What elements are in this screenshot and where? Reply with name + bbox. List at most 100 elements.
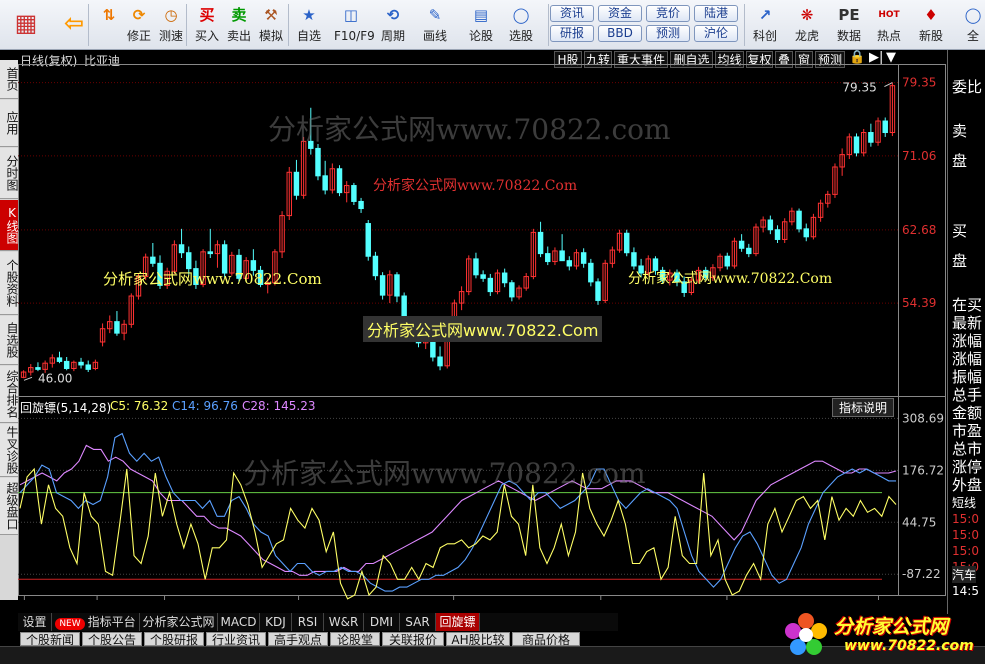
- candle-body: [559, 250, 565, 262]
- hammer-button[interactable]: ⚒ 模拟: [254, 2, 288, 48]
- indicator-tab-6[interactable]: W&R: [324, 613, 364, 631]
- indicator-tab-3[interactable]: MACD: [218, 613, 260, 631]
- candle-body: [85, 364, 91, 370]
- left-tab-2[interactable]: 分时图: [0, 148, 18, 199]
- globe-button[interactable]: ◯ 全: [956, 2, 985, 48]
- info-tab-5[interactable]: 论股堂: [330, 632, 380, 646]
- grid-button[interactable]: ▦: [4, 2, 48, 48]
- side-panel-item-17: 15:0: [952, 512, 979, 526]
- pencil-button[interactable]: ✎ 画线: [418, 2, 452, 48]
- pill-button-4[interactable]: 研报: [550, 25, 594, 42]
- pill-button-0[interactable]: 资讯: [550, 5, 594, 22]
- left-tab-6[interactable]: 综合排名: [0, 366, 18, 423]
- back-arrow-button[interactable]: ⇦: [52, 2, 96, 48]
- indicator-tab-7[interactable]: DMI: [364, 613, 400, 631]
- pill-button-1[interactable]: 资金: [598, 5, 642, 22]
- sell-button[interactable]: 卖卖出: [222, 2, 256, 48]
- candle-body: [35, 367, 41, 370]
- left-tab-8[interactable]: 超级盘口: [0, 478, 18, 535]
- period-button[interactable]: ⟲ 周期: [376, 2, 410, 48]
- pe-button[interactable]: PE 数据: [832, 2, 866, 48]
- indicator-tab-label: KDJ: [265, 615, 286, 629]
- candle-body: [882, 120, 888, 134]
- indicator-tab-9[interactable]: 回旋镖: [436, 613, 480, 631]
- left-tab-4[interactable]: 个股资料: [0, 252, 18, 315]
- indicator-name[interactable]: 回旋镖(5,14,28): [20, 399, 111, 416]
- logo-text: 分析家公式网: [834, 616, 949, 638]
- candle-body: [379, 275, 386, 296]
- chart-button[interactable]: ↗ 科创: [748, 2, 782, 48]
- info-tab-6[interactable]: 关联报价: [382, 632, 444, 646]
- info-tab-0[interactable]: 个股新闻: [20, 632, 80, 646]
- quote-side-panel: 委比卖盘买盘在买 最新 涨幅 涨幅 振幅 总手 金额 市盈 总市 涨停 外盘 短线 15:0 15:0 15…: [947, 50, 985, 614]
- watermark-text: 分析家公式网www.70822.com: [268, 113, 671, 146]
- pencil-icon: ✎: [428, 6, 442, 24]
- toolbar-separator: [88, 4, 89, 46]
- candle-body: [178, 244, 185, 254]
- watermark-text: 分析家公式网www.70822.Com: [363, 316, 603, 342]
- toolbar-label: 论股: [468, 29, 493, 43]
- candle-body: [186, 252, 192, 270]
- pill-button-3[interactable]: 陆港: [694, 5, 738, 22]
- pill-button-6[interactable]: 预测: [646, 25, 690, 42]
- info-tab-8[interactable]: 商品价格: [512, 632, 580, 646]
- indicator-tick-label: 308.69: [902, 411, 944, 425]
- pill-button-7[interactable]: 沪伦: [694, 25, 738, 42]
- side-panel-item-3: 买: [952, 222, 968, 240]
- discuss-button[interactable]: ▤ 论股: [464, 2, 498, 48]
- info-tab-7[interactable]: AH股比较: [446, 632, 510, 646]
- candle-body: [738, 240, 745, 249]
- candle-body: [207, 251, 214, 255]
- indicator-tab-1[interactable]: NEW 指标平台: [52, 613, 140, 631]
- info-tab-4[interactable]: 高手观点: [268, 632, 328, 646]
- toolbar-label: 新股: [918, 29, 943, 43]
- ipo-button[interactable]: ♦ 新股: [914, 2, 948, 48]
- indicator-explain-button[interactable]: 指标说明: [832, 398, 895, 417]
- stock-app-window: ▦ ⇦ ⇅ ⟳ 修正 ◷ 测速买买入卖卖出 ⚒ 模拟 ★ 自选 ◫ F10/F9 ⟲ 周期 ✎ 画线 ▤ 论股 ◯ 选股…: [0, 0, 985, 664]
- candle-body: [394, 274, 400, 297]
- indicator-tab-2[interactable]: 分析家公式网: [140, 613, 218, 631]
- left-tab-3[interactable]: K线图: [0, 200, 18, 251]
- info-tab-3[interactable]: 行业资讯: [206, 632, 266, 646]
- pill-button-2[interactable]: 竞价: [646, 5, 690, 22]
- info-tab-2[interactable]: 个股研报: [144, 632, 204, 646]
- month-label: 03: [301, 598, 316, 600]
- indicator-tab-0[interactable]: 设置: [18, 613, 52, 631]
- side-panel-item-15: 外盘: [952, 476, 983, 494]
- indicator-tab-4[interactable]: KDJ: [260, 613, 292, 631]
- toolbar-separator: [288, 4, 289, 46]
- star-button[interactable]: ★ 自选: [292, 2, 326, 48]
- hot-button[interactable]: HOT 热点: [872, 2, 906, 48]
- toolbar-label: 自选: [296, 29, 321, 43]
- toolbar-label: 龙虎: [794, 29, 819, 43]
- side-panel-item-19: 15:0: [952, 544, 979, 558]
- watermark-text: 分析家公式网www.70822.Com: [103, 270, 322, 288]
- left-tab-1[interactable]: 应用: [0, 100, 18, 147]
- indicator-tab-5[interactable]: RSI: [292, 613, 324, 631]
- indicator-c28-label: C28: 145.23: [242, 399, 316, 413]
- dragon-button[interactable]: ❋ 龙虎: [790, 2, 824, 48]
- toolbar-label: 全: [966, 29, 979, 43]
- month-label: 04: [456, 598, 471, 600]
- watermark-text: 分析家公式网www.70822.com: [243, 457, 646, 490]
- left-tab-5[interactable]: 自选股: [0, 316, 18, 365]
- indicator-tab-8[interactable]: SAR: [400, 613, 436, 631]
- select-stock-icon: ◯: [512, 6, 530, 24]
- f10-button[interactable]: ◫ F10/F9: [334, 2, 375, 48]
- left-tab-7[interactable]: 牛叉诊股: [0, 424, 18, 477]
- toolbar-label: 测速: [158, 29, 183, 43]
- clock-button[interactable]: ◷ 测速: [154, 2, 188, 48]
- kline-chart-area[interactable]: 日线(复权) 比亚迪 H股 九转 重大事件 删自选 均线 复权叠窗预测 🔒 ▶| ▼ 79…: [18, 50, 946, 600]
- toolbar-label: 选股: [508, 29, 533, 43]
- candle-body: [545, 253, 551, 263]
- up-down-button[interactable]: ⇅: [92, 2, 126, 48]
- candle-body: [595, 281, 601, 301]
- left-tab-0[interactable]: 首页: [0, 60, 18, 99]
- candle-body: [803, 228, 809, 238]
- indicator-tab-label: 设置: [22, 615, 47, 629]
- buy-button[interactable]: 买买入: [190, 2, 224, 48]
- refresh-button[interactable]: ⟳ 修正: [122, 2, 156, 48]
- pill-button-5[interactable]: BBD: [598, 25, 642, 42]
- info-tab-1[interactable]: 个股公告: [82, 632, 142, 646]
- select-stock-button[interactable]: ◯ 选股: [504, 2, 538, 48]
